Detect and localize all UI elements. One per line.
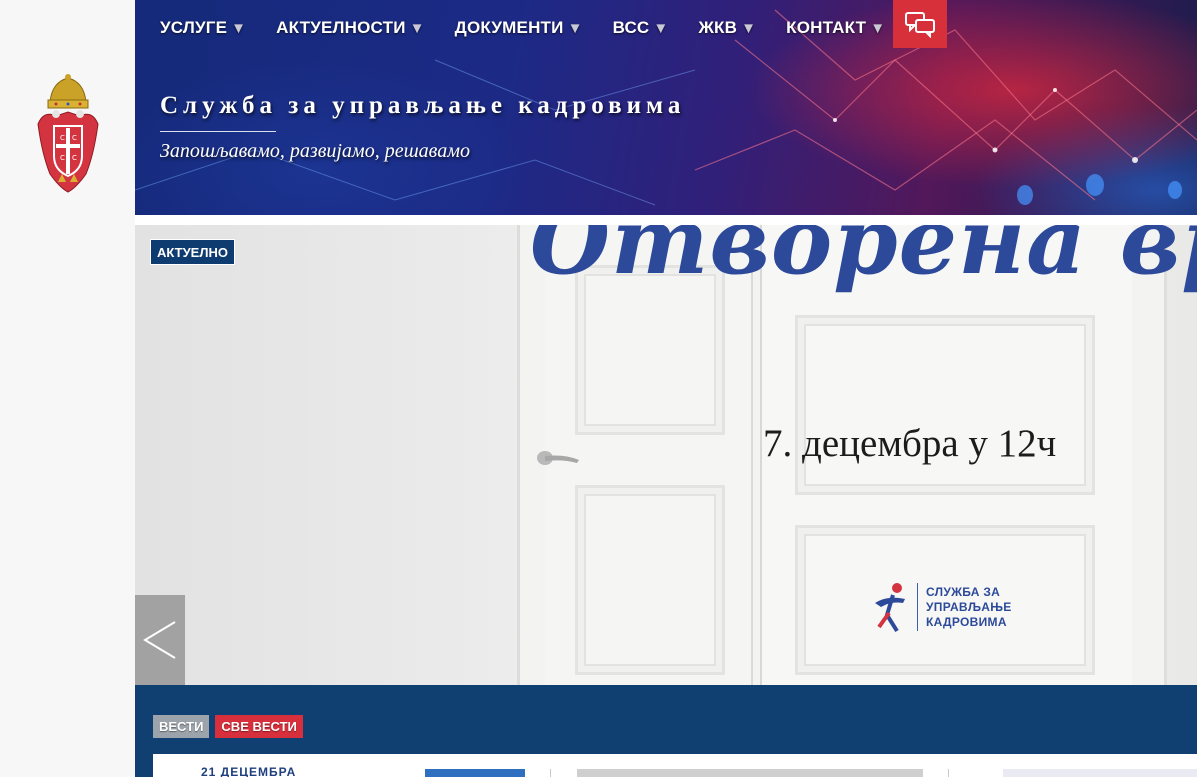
chevron-left-icon bbox=[143, 621, 176, 659]
suk-figure-icon bbox=[875, 583, 905, 633]
logo-line: КАДРОВИМА bbox=[926, 614, 1007, 629]
dropdown-caret-icon: ▼ bbox=[567, 19, 583, 37]
nav-label: КОНТАКТ bbox=[786, 18, 867, 37]
door-panel bbox=[795, 315, 1095, 495]
svg-text:С: С bbox=[60, 154, 65, 162]
main-nav: УСЛУГЕ ▼ АКТУЕЛНОСТИ ▼ ДОКУМЕНТИ ▼ ВСС ▼… bbox=[160, 18, 915, 38]
site-title[interactable]: Служба за управљање кадровима bbox=[160, 92, 685, 120]
title-divider bbox=[160, 131, 276, 132]
logo-divider bbox=[917, 583, 918, 631]
site-tagline: Запошљавамо, развијамо, решавамо bbox=[160, 140, 470, 162]
hero-slider[interactable]: Отворена врата 7. децембра у 12ч СЛУЖБА … bbox=[135, 225, 1197, 685]
site-header: УСЛУГЕ ▼ АКТУЕЛНОСТИ ▼ ДОКУМЕНТИ ▼ ВСС ▼… bbox=[135, 0, 1197, 215]
dropdown-caret-icon: ▼ bbox=[741, 19, 757, 37]
news-card-title[interactable]: 21 ДЕЦЕМБРА bbox=[201, 765, 296, 777]
news-section: ВЕСТИ СВЕ ВЕСТИ 21 ДЕЦЕМБРА bbox=[135, 685, 1197, 777]
slider-prev-button[interactable] bbox=[135, 595, 185, 685]
nav-item-vss[interactable]: ВСС ▼ bbox=[613, 18, 669, 38]
logo-line: СЛУЖБА ЗА bbox=[926, 584, 1001, 599]
nav-label: ВСС bbox=[612, 18, 650, 37]
current-badge[interactable]: АКТУЕЛНО bbox=[150, 239, 235, 265]
news-card-image[interactable] bbox=[425, 769, 525, 777]
news-card-image[interactable] bbox=[577, 769, 923, 777]
door-handle-icon bbox=[537, 451, 579, 465]
nav-label: АКТУЕЛНОСТИ bbox=[276, 18, 406, 37]
logo-text: СЛУЖБА ЗА УПРАВЉАЊЕ КАДРОВИМА bbox=[926, 585, 1012, 630]
news-cards: 21 ДЕЦЕМБРА bbox=[153, 754, 1197, 777]
door-panel bbox=[575, 485, 725, 675]
nav-label: УСЛУГЕ bbox=[160, 18, 228, 37]
dropdown-caret-icon: ▼ bbox=[231, 19, 247, 37]
nav-item-documents[interactable]: ДОКУМЕНТИ ▼ bbox=[455, 18, 583, 38]
slide-date: 7. децембра у 12ч bbox=[763, 422, 1057, 465]
nav-label: ДОКУМЕНТИ bbox=[454, 18, 564, 37]
dropdown-caret-icon: ▼ bbox=[409, 19, 425, 37]
suk-logo: СЛУЖБА ЗА УПРАВЉАЊЕ КАДРОВИМА bbox=[873, 581, 1012, 633]
serbia-coat-of-arms-icon[interactable]: С С С С bbox=[36, 74, 100, 196]
news-card-image[interactable] bbox=[1003, 769, 1197, 777]
nav-item-zhkv[interactable]: ЖКВ ▼ bbox=[698, 18, 756, 38]
svg-text:С: С bbox=[72, 154, 77, 162]
card-divider bbox=[550, 769, 551, 777]
chat-bubbles-icon bbox=[905, 12, 935, 38]
slide-wall bbox=[135, 225, 515, 685]
nav-item-news[interactable]: АКТУЕЛНОСТИ ▼ bbox=[276, 18, 425, 38]
tab-news[interactable]: ВЕСТИ bbox=[153, 715, 210, 738]
left-sidebar: С С С С bbox=[0, 0, 135, 777]
slide-headline: Отворена врата bbox=[530, 225, 1197, 295]
svg-text:С: С bbox=[60, 134, 65, 142]
svg-text:С: С bbox=[72, 134, 77, 142]
nav-label: ЖКВ bbox=[698, 18, 738, 37]
nav-item-services[interactable]: УСЛУГЕ ▼ bbox=[160, 18, 246, 38]
logo-line: УПРАВЉАЊЕ bbox=[926, 599, 1012, 614]
card-divider bbox=[948, 769, 949, 777]
tab-all-news[interactable]: СВЕ ВЕСТИ bbox=[215, 715, 303, 738]
chat-button[interactable] bbox=[893, 0, 947, 48]
dropdown-caret-icon: ▼ bbox=[653, 19, 669, 37]
news-tabs: ВЕСТИ СВЕ ВЕСТИ bbox=[153, 715, 303, 738]
nav-item-contact[interactable]: КОНТАКТ ▼ bbox=[786, 18, 885, 38]
dropdown-caret-icon: ▼ bbox=[870, 19, 886, 37]
